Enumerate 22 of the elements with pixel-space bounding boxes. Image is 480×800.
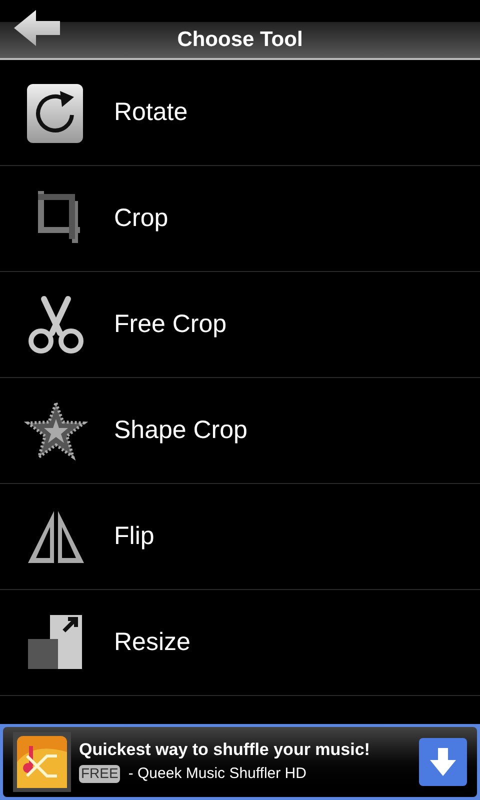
ad-headline: Quickest way to shuffle your music! [79,738,371,760]
ad-subtitle: - Queek Music Shuffler HD [128,764,306,784]
tool-label: Flip [114,520,154,552]
tool-item[interactable]: Flip [0,484,480,590]
download-arrow-icon [430,748,456,776]
free-badge: FREE [79,765,120,783]
tool-label: Resize [114,626,190,658]
app-icon [13,732,71,792]
tool-label: Shape Crop [114,414,248,446]
tool-label: Crop [114,202,168,234]
download-button[interactable] [419,738,467,786]
tool-item[interactable]: Rotate [0,60,480,166]
back-arrow-icon [14,10,60,46]
screen-title: Choose Tool [177,27,303,54]
back-button[interactable] [14,10,62,46]
ad-banner[interactable]: Quickest way to shuffle your music! FREE - Queek Music Shuffler HD [0,724,480,800]
tool-label: Rotate [114,96,188,128]
tool-label: Free Crop [114,308,227,340]
tool-item[interactable]: Free Crop [0,272,480,378]
tool-item[interactable]: Resize [0,590,480,696]
tool-item[interactable]: Crop [0,166,480,272]
tool-item[interactable]: Shape Crop [0,378,480,484]
